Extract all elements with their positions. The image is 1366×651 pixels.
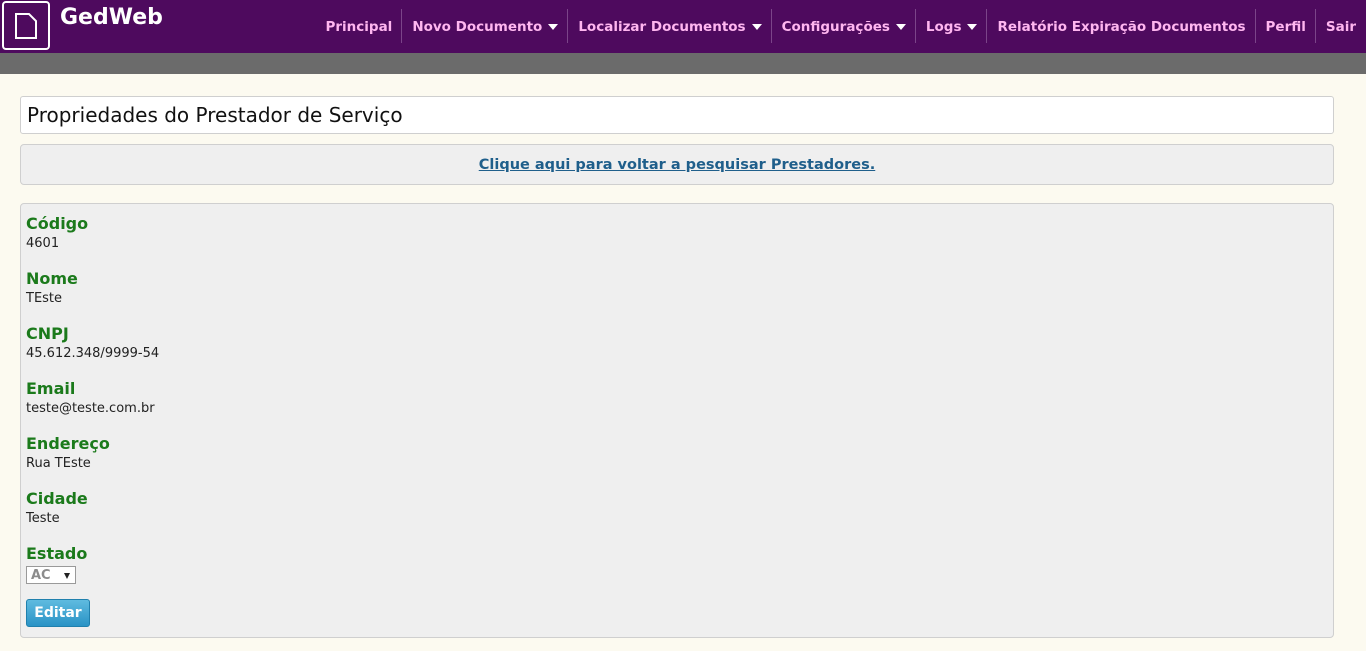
nav-item-label: Configurações (781, 18, 890, 35)
nav-item-logs[interactable]: Logs (916, 0, 988, 53)
brand-name[interactable]: GedWeb (60, 5, 163, 30)
nav-item-label: Relatório Expiração Documentos (997, 18, 1246, 35)
field-label: Nome (26, 269, 78, 288)
nav-item-novo-documento[interactable]: Novo Documento (402, 0, 569, 53)
field-label: Endereço (26, 434, 110, 453)
field-codigo: Código 4601 (26, 212, 1328, 267)
nav-item-label: Logs (925, 18, 962, 35)
nav-item-perfil[interactable]: Perfil (1256, 0, 1317, 53)
field-label: CNPJ (26, 324, 69, 343)
nav-item-relatorio-expiracao[interactable]: Relatório Expiração Documentos (987, 0, 1256, 53)
field-email: Email teste@teste.com.br (26, 377, 1328, 432)
field-label: Estado (26, 544, 88, 563)
details-panel: Código 4601 Nome TEste CNPJ 45.612.348/9… (20, 203, 1334, 638)
caret-down-icon (967, 23, 978, 30)
edit-button[interactable]: Editar (26, 599, 90, 627)
nav-item-label: Principal (325, 18, 393, 35)
field-value: 4601 (26, 236, 60, 251)
caret-down-icon (548, 23, 559, 30)
nav-item-label: Perfil (1265, 18, 1306, 35)
field-value: TEste (26, 291, 63, 306)
field-cidade: Cidade Teste (26, 487, 1328, 542)
page-title-panel: Propriedades do Prestador de Serviço (20, 96, 1334, 134)
caret-down-icon (895, 23, 906, 30)
field-value: 45.612.348/9999-54 (26, 346, 160, 361)
sub-navbar (0, 53, 1366, 74)
field-label: Email (26, 379, 76, 398)
caret-down-icon (751, 23, 762, 30)
field-estado: Estado AC (26, 542, 1328, 597)
field-value: teste@teste.com.br (26, 401, 155, 416)
document-logo-icon[interactable] (2, 1, 50, 50)
state-select-value: AC (31, 567, 51, 583)
field-endereco: Endereço Rua TEste (26, 432, 1328, 487)
main-nav: Principal Novo Documento Localizar Docum… (315, 0, 1366, 53)
back-link-panel: Clique aqui para voltar a pesquisar Pres… (20, 144, 1334, 185)
field-nome: Nome TEste (26, 267, 1328, 322)
nav-item-label: Novo Documento (412, 18, 543, 35)
nav-item-configuracoes[interactable]: Configurações (772, 0, 917, 53)
select-caret-down-icon (64, 573, 70, 579)
field-label: Cidade (26, 489, 88, 508)
back-to-search-link[interactable]: Clique aqui para voltar a pesquisar Pres… (479, 157, 876, 173)
field-label: Código (26, 214, 89, 233)
nav-item-label: Localizar Documentos (578, 18, 746, 35)
nav-item-principal[interactable]: Principal (315, 0, 403, 53)
state-select[interactable]: AC (26, 566, 76, 584)
field-value: Teste (26, 511, 60, 526)
field-value: Rua TEste (26, 456, 91, 471)
nav-item-label: Sair (1325, 18, 1356, 35)
top-navbar: GedWeb Principal Novo Documento Localiza… (0, 0, 1366, 53)
nav-item-localizar-documentos[interactable]: Localizar Documentos (568, 0, 772, 53)
page-title: Propriedades do Prestador de Serviço (27, 103, 403, 127)
field-cnpj: CNPJ 45.612.348/9999-54 (26, 322, 1328, 377)
nav-item-sair[interactable]: Sair (1316, 0, 1366, 53)
